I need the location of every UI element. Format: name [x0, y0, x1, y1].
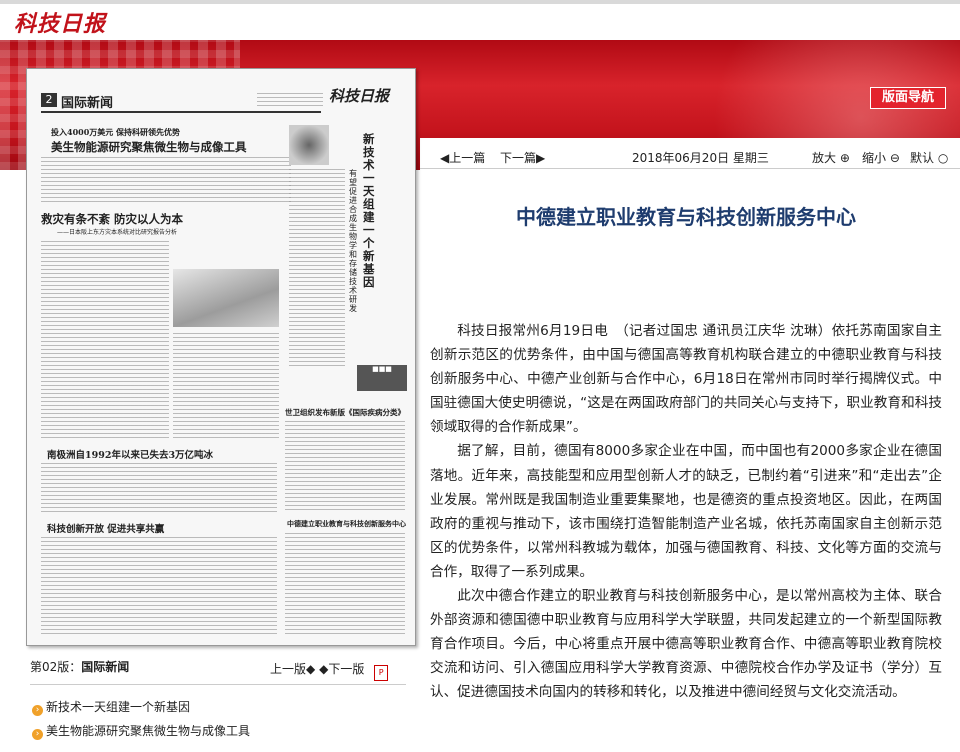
left-divider — [30, 684, 406, 685]
paper-headline-2: 救灾有条不紊 防灾以人为本 — [41, 212, 184, 226]
paper-kicker-1: 投入4000万美元 保持科研领先优势 — [51, 127, 181, 137]
article: 中德建立职业教育与科技创新服务中心 科技日报常州6月19日电 （记者过国忠 通讯… — [430, 200, 942, 705]
paper-text-block — [285, 421, 405, 511]
paper-photo — [289, 125, 329, 165]
page-caption: 第02版：国际新闻 — [30, 660, 130, 674]
zoom-in-button[interactable]: 放大 ⊕ — [812, 149, 850, 166]
issue-date: 2018年06月20日 星期三 — [632, 151, 769, 165]
article-body: 科技日报常州6月19日电 （记者过国忠 通讯员江庆华 沈琳）依托苏南国家自主创新… — [430, 319, 942, 705]
paper-masthead-info — [257, 93, 323, 109]
toolbar-divider — [420, 168, 960, 169]
triangle-left-icon: ◀ — [440, 151, 450, 165]
paper-text-block — [41, 157, 291, 205]
top-strip — [0, 0, 960, 4]
article-link-list: › 新技术一天组建一个新基因 › 美生物能源研究聚焦微生物与成像工具 — [32, 698, 250, 746]
paper-text-block — [289, 169, 345, 369]
article-link-item[interactable]: › 新技术一天组建一个新基因 — [32, 698, 250, 722]
triangle-left-icon: ◆ — [306, 662, 316, 676]
paper-ad-badge: ■■■ — [357, 365, 407, 391]
next-page-link[interactable]: ◆下一版 — [319, 662, 364, 676]
paper-vertical-subhead: 有望促进合成生物学和存储技术研发 — [349, 169, 357, 313]
plus-circle-icon: ⊕ — [839, 151, 850, 165]
default-size-button[interactable]: 默认 ○ — [910, 149, 948, 166]
paper-text-block — [41, 241, 169, 441]
paper-masthead: 科技日报 — [329, 87, 390, 105]
page-pager: 上一版◆ ◆下一版 P — [270, 660, 389, 681]
minus-circle-icon: ⊖ — [889, 151, 900, 165]
paper-headline-5: 世卫组织发布新版《国际疾病分类》 — [285, 408, 405, 417]
paper-headline-1: 美生物能源研究聚焦微生物与成像工具 — [51, 140, 247, 154]
circle-icon: ○ — [937, 151, 949, 165]
newspaper-page-thumbnail[interactable]: 2 国际新闻 科技日报 投入4000万美元 保持科研领先优势 美生物能源研究聚焦… — [26, 68, 416, 646]
paper-rule — [41, 111, 321, 113]
article-paragraph: 科技日报常州6月19日电 （记者过国忠 通讯员江庆华 沈琳）依托苏南国家自主创新… — [430, 323, 942, 436]
paper-text-block — [41, 463, 277, 513]
zoom-out-button[interactable]: 缩小 ⊖ — [862, 149, 900, 166]
site-logo[interactable]: 科技日报 — [14, 6, 106, 38]
next-article-link[interactable]: 下一篇▶ — [500, 149, 545, 166]
paper-text-block — [285, 533, 405, 637]
article-link-item[interactable]: › 美生物能源研究聚焦微生物与成像工具 — [32, 722, 250, 746]
paper-text-block — [173, 333, 279, 441]
article-toolbar: ◀上一篇 下一篇▶ 2018年06月20日 星期三 放大 ⊕ 缩小 ⊖ 默认 ○ — [420, 146, 960, 168]
paper-subhead-2: ——日本阪上东方灾本系统对比研究报告分析 — [57, 229, 178, 236]
paper-headline-3: 南极洲自1992年以来已失去3万亿吨冰 — [47, 450, 214, 461]
pdf-icon[interactable]: P — [374, 665, 389, 681]
paper-diagram-image — [173, 269, 279, 327]
arrow-circle-icon: › — [32, 705, 43, 716]
article-paragraph: 据了解，目前，德国有8000多家企业在中国，而中国也有2000多家企业在德国落地… — [430, 443, 942, 580]
article-paragraph: 此次中德合作建立的职业教育与科技创新服务中心，是以常州高校为主体、联合外部资源和… — [430, 588, 942, 701]
prev-page-link[interactable]: 上一版◆ — [270, 662, 315, 676]
page-number-badge: 2 — [41, 93, 57, 107]
triangle-right-icon: ◆ — [319, 662, 329, 676]
paper-vertical-headline: 新技术一天组建一个新基因 — [363, 132, 375, 289]
triangle-right-icon: ▶ — [536, 151, 546, 165]
layout-nav-button[interactable]: 版面导航 — [870, 87, 946, 109]
arrow-circle-icon: › — [32, 729, 43, 740]
paper-headline-6: 中德建立职业教育与科技创新服务中心 — [287, 519, 406, 528]
prev-article-link[interactable]: ◀上一篇 — [440, 149, 485, 166]
article-title: 中德建立职业教育与科技创新服务中心 — [516, 205, 856, 229]
paper-text-block — [41, 537, 277, 637]
paper-headline-4: 科技创新开放 促进共享共赢 — [47, 524, 165, 535]
top-bar: 科技日报 — [0, 0, 960, 38]
paper-section-title: 国际新闻 — [61, 96, 114, 111]
